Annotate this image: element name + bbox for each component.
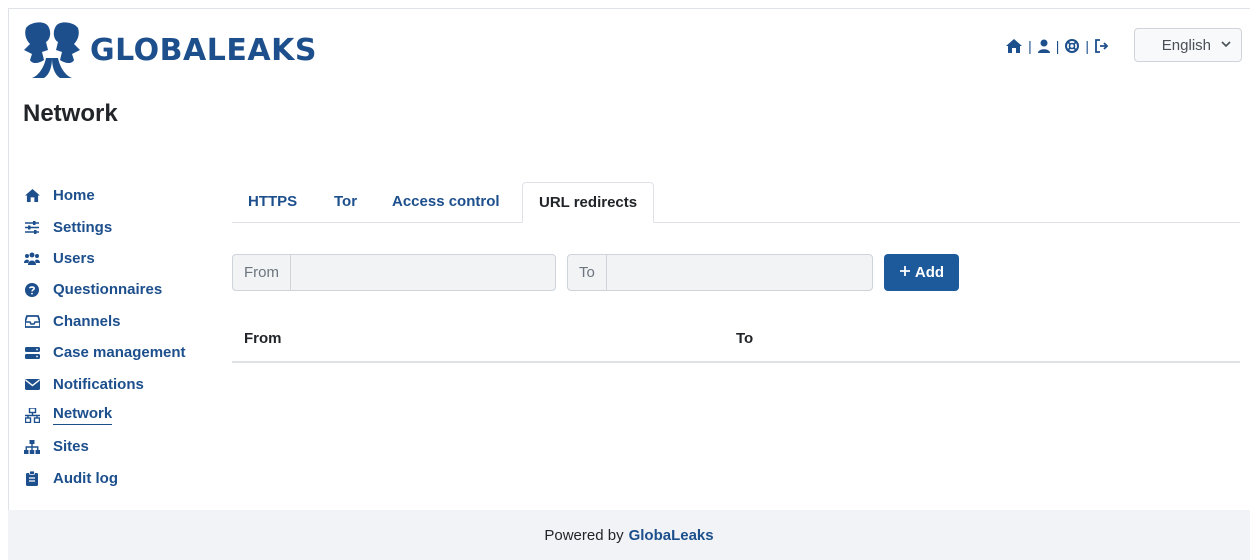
page-title: Network	[23, 100, 118, 127]
footer-prefix: Powered by	[544, 526, 624, 544]
sidebar-item-label: Channels	[53, 312, 121, 330]
from-input-group: From	[232, 254, 556, 291]
tab-url-redirects[interactable]: URL redirects	[522, 182, 655, 223]
separator: |	[1055, 38, 1060, 54]
sidebar-item-label: Notifications	[53, 375, 144, 393]
users-icon	[24, 250, 40, 266]
sitemap-icon	[24, 439, 40, 455]
sidebar-item-sites[interactable]: Sites	[24, 431, 204, 462]
to-input[interactable]	[605, 254, 873, 291]
home-icon[interactable]	[1006, 39, 1023, 53]
redirects-table: From To	[232, 318, 1240, 363]
chevron-down-icon	[1221, 40, 1231, 51]
globaleaks-logo-icon	[24, 22, 80, 78]
sidebar-item-label: Settings	[53, 218, 113, 236]
to-label: To	[567, 254, 606, 291]
clipboard-icon	[24, 470, 40, 486]
sidebar-item-label: Case management	[53, 344, 186, 362]
sidebar-item-settings[interactable]: Settings	[24, 211, 204, 242]
language-select[interactable]: English	[1134, 28, 1242, 62]
sidebar-item-label: Audit log	[53, 469, 118, 487]
brand-name: GLOBALEAKS	[90, 32, 317, 68]
sidebar-item-audit-log[interactable]: Audit log	[24, 463, 204, 494]
separator: |	[1028, 38, 1032, 54]
home-icon	[24, 188, 40, 204]
add-button[interactable]: Add	[884, 254, 959, 291]
top-nav-icons: | | |	[1006, 38, 1110, 54]
envelope-icon	[24, 376, 40, 392]
to-input-group: To	[567, 254, 873, 291]
logout-icon[interactable]	[1095, 39, 1110, 53]
tab-access-control[interactable]: Access control	[376, 182, 516, 222]
server-icon	[24, 345, 40, 361]
user-icon[interactable]	[1037, 39, 1050, 53]
support-icon[interactable]	[1065, 39, 1080, 53]
inbox-icon	[24, 313, 40, 329]
sidebar-item-questionnaires[interactable]: Questionnaires	[24, 274, 204, 305]
column-header-from: From	[244, 330, 282, 347]
header: GLOBALEAKS	[22, 20, 317, 80]
sliders-icon	[24, 219, 40, 235]
sidebar-item-label: Network	[53, 405, 113, 426]
footer: Powered by GlobaLeaks	[8, 510, 1250, 560]
from-input[interactable]	[290, 254, 556, 291]
footer-link[interactable]: GlobaLeaks	[629, 527, 714, 544]
question-circle-icon	[24, 282, 40, 298]
sidebar-item-home[interactable]: Home	[24, 180, 204, 211]
sidebar: Home Settings Users Questionnaires Chann…	[24, 180, 204, 494]
tab-tor[interactable]: Tor	[318, 182, 373, 222]
network-icon	[24, 407, 40, 423]
sidebar-item-label: Questionnaires	[53, 281, 163, 299]
tab-https[interactable]: HTTPS	[232, 182, 313, 222]
from-label: From	[232, 254, 290, 291]
sidebar-item-label: Home	[53, 187, 95, 205]
sidebar-item-case-management[interactable]: Case management	[24, 337, 204, 368]
sidebar-item-notifications[interactable]: Notifications	[24, 368, 204, 399]
table-header: From To	[232, 318, 1240, 363]
sidebar-item-users[interactable]: Users	[24, 243, 204, 274]
language-value: English	[1161, 36, 1211, 54]
plus-icon	[899, 264, 911, 281]
separator: |	[1085, 38, 1089, 54]
tabs: HTTPS Tor Access control URL redirects	[232, 182, 1240, 223]
sidebar-item-network[interactable]: Network	[24, 400, 204, 431]
sidebar-item-label: Users	[53, 249, 95, 267]
sidebar-item-label: Sites	[53, 438, 89, 456]
column-header-to: To	[736, 330, 754, 347]
sidebar-item-channels[interactable]: Channels	[24, 306, 204, 337]
add-button-label: Add	[914, 264, 945, 281]
